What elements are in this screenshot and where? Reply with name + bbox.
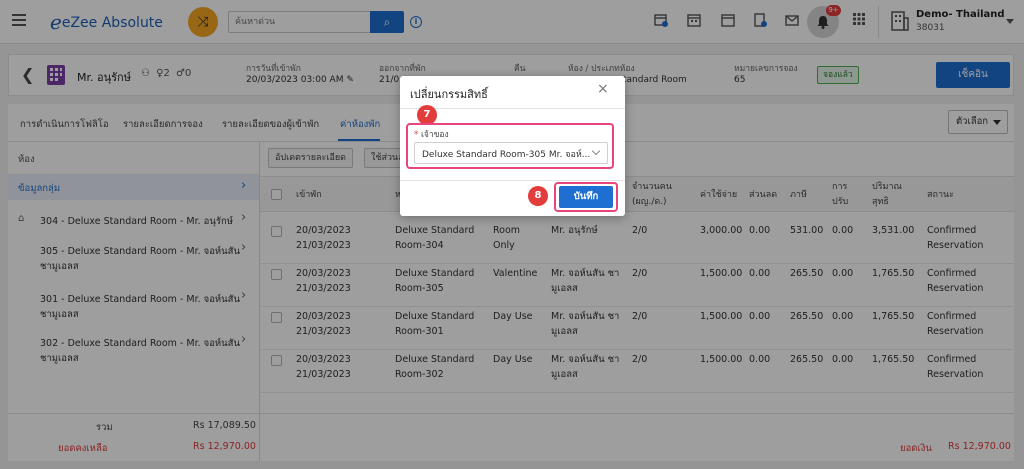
- dialog-title: เปลี่ยนกรรมสิทธิ์: [410, 88, 488, 101]
- change-ownership-dialog: เปลี่ยนกรรมสิทธิ์ × 7 * เจ้าของ Deluxe S…: [400, 76, 625, 216]
- save-button[interactable]: บันทึก: [559, 186, 613, 208]
- chevron-down-icon: [591, 146, 601, 156]
- modal-backdrop[interactable]: [0, 0, 1024, 469]
- divider: [400, 180, 625, 181]
- close-icon[interactable]: ×: [597, 81, 609, 97]
- step-8-badge: 8: [528, 186, 548, 206]
- owner-select-value: Deluxe Standard Room-305 Mr. จอห์...: [422, 150, 591, 160]
- step-7-badge: 7: [417, 105, 437, 125]
- required-asterisk: *: [414, 130, 419, 140]
- owner-field-label: * เจ้าของ: [414, 127, 449, 141]
- owner-label-text: เจ้าของ: [420, 130, 449, 140]
- owner-select[interactable]: Deluxe Standard Room-305 Mr. จอห์...: [414, 142, 608, 164]
